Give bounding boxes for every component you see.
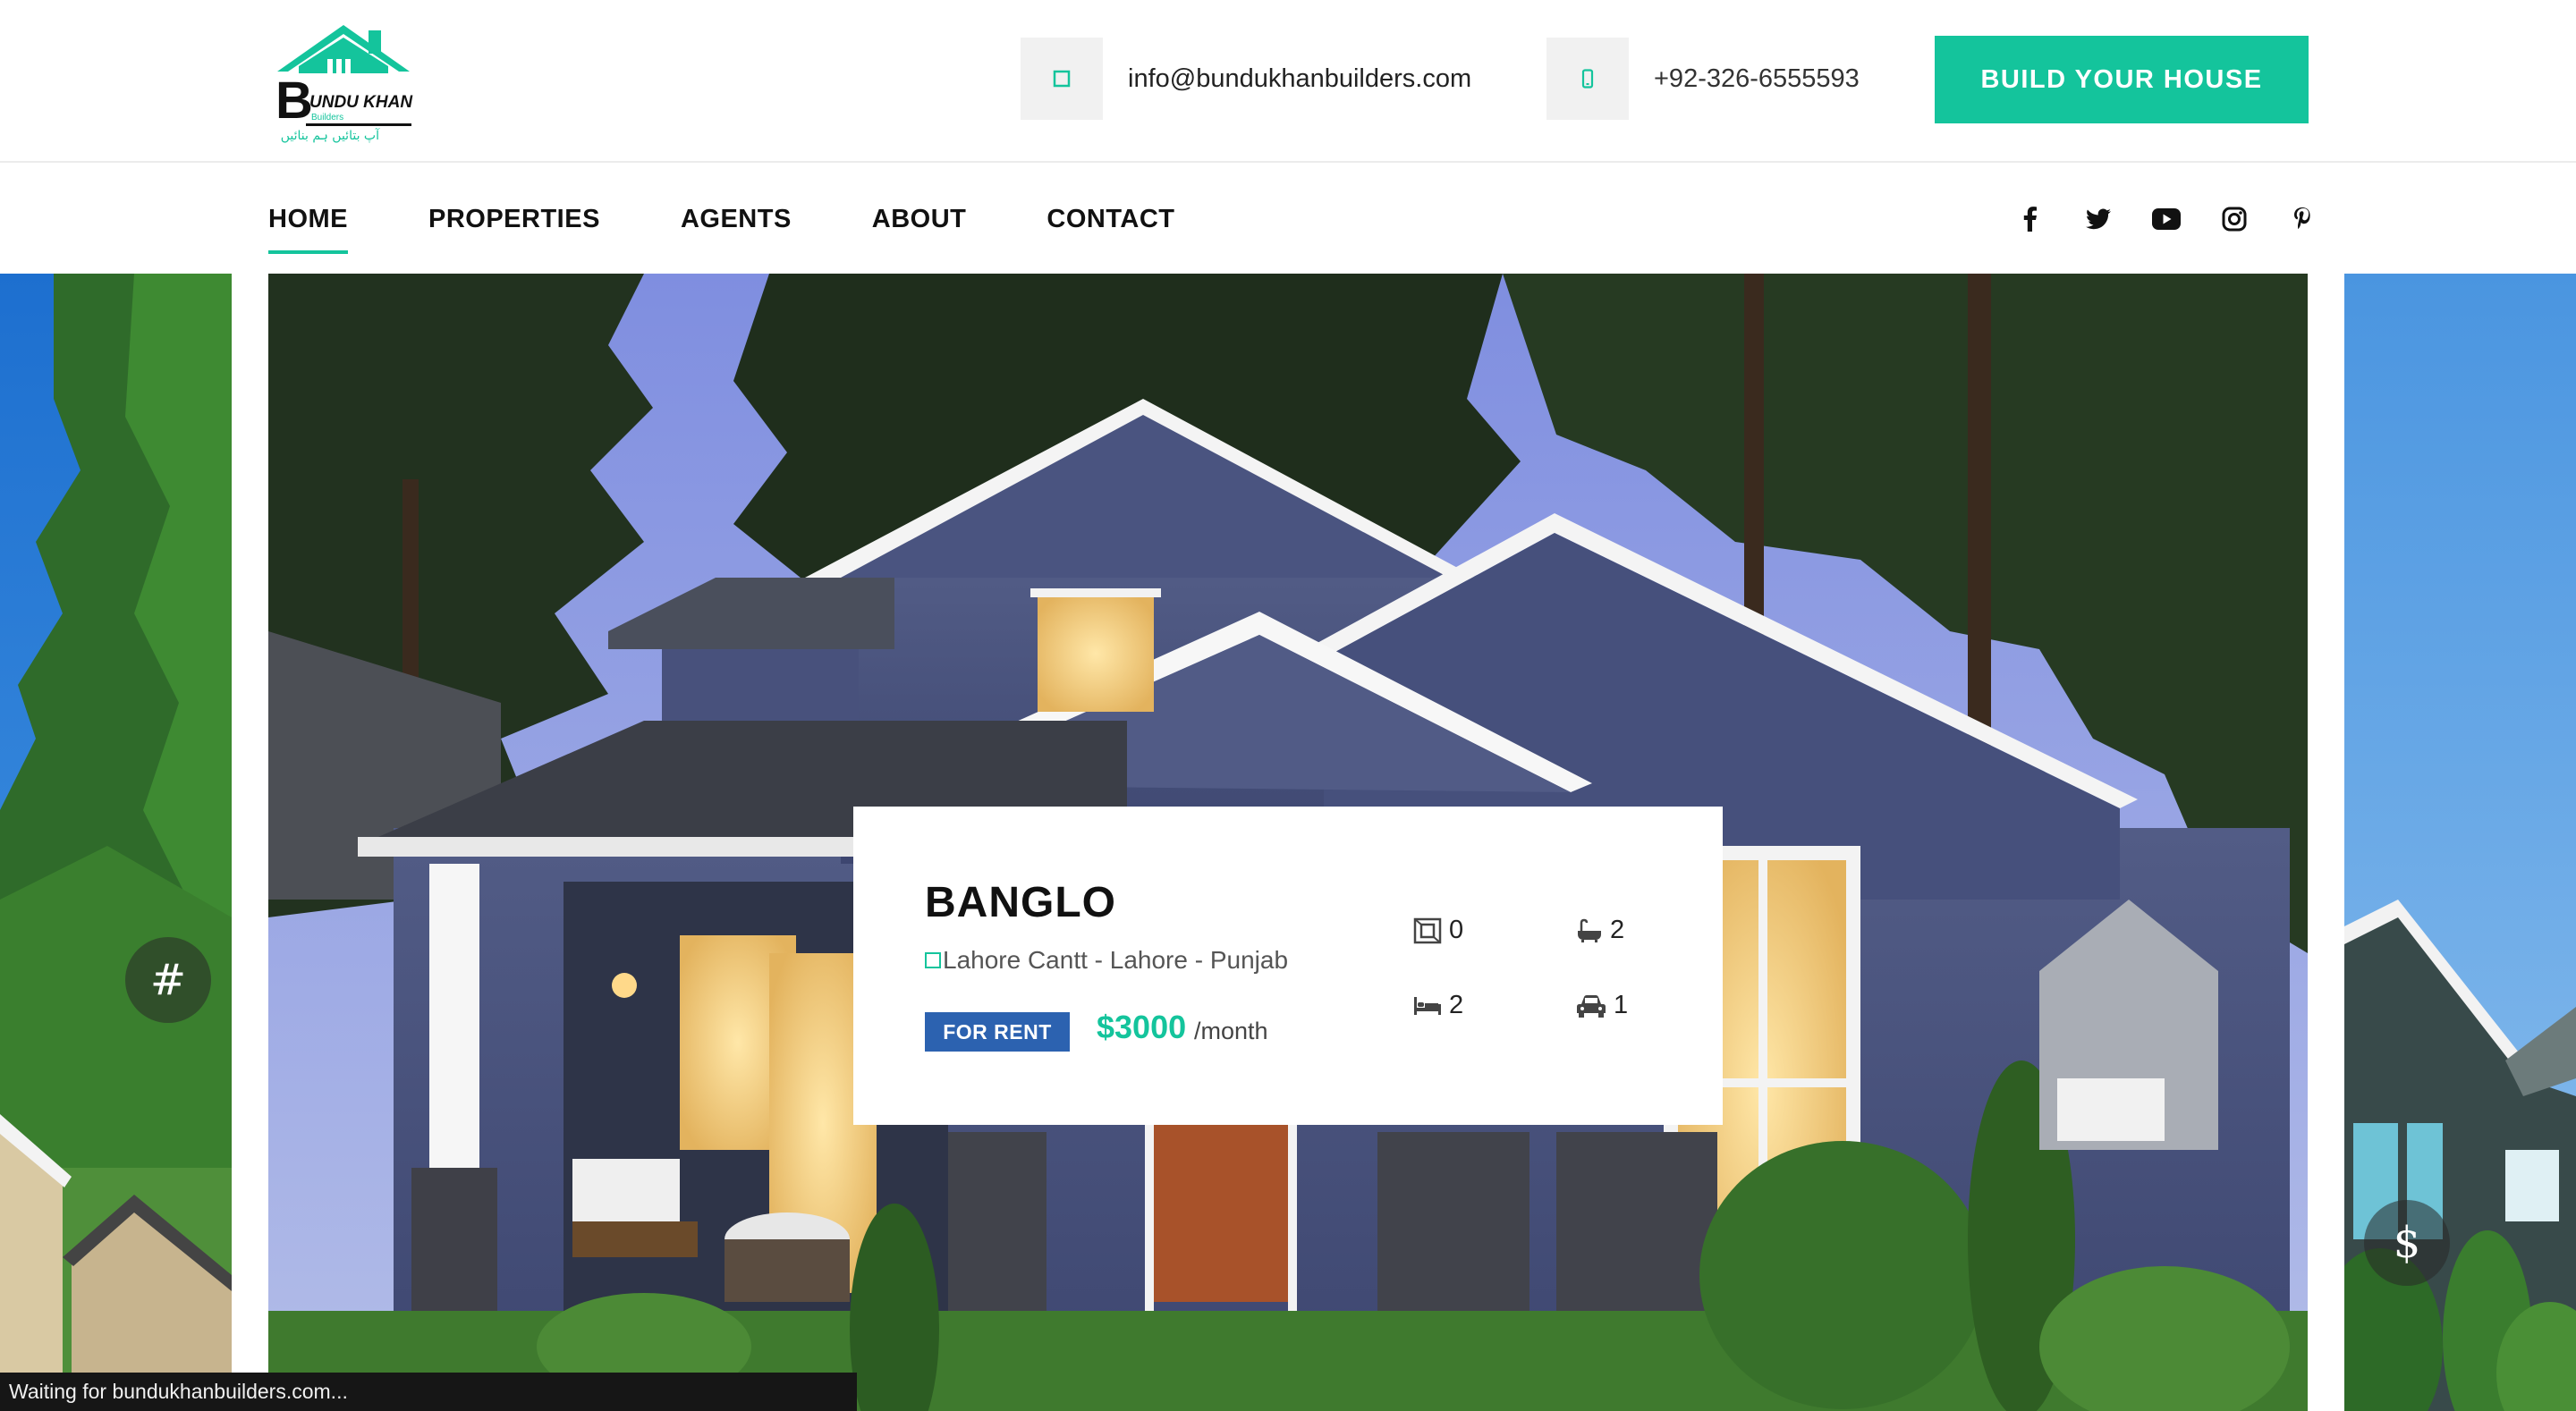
build-your-house-button[interactable]: BUILD YOUR HOUSE [1935,36,2309,123]
nav-agents[interactable]: AGENTS [681,205,792,234]
area-icon [1413,917,1442,943]
baths-value: 2 [1610,916,1625,944]
property-slider: # $ BANGLO Lahore Cantt - Lahore - Punja… [0,274,2576,1411]
svg-text:Builders: Builders [311,113,343,123]
feature-garages: 1 [1576,991,1628,1020]
property-location: Lahore Cantt - Lahore - Punjab [925,946,1288,975]
nav-menu: HOME PROPERTIES AGENTS ABOUT CONTACT [268,165,1256,274]
email-contact[interactable]: info@bundukhanbuilders.com [1021,38,1471,120]
svg-text:آپ بتائیں ہم بنائیں: آپ بتائیں ہم بنائیں [281,128,380,143]
garages-value: 1 [1614,991,1629,1019]
nav-about[interactable]: ABOUT [872,205,967,234]
property-price: $3000 [1097,1009,1187,1045]
pinterest-icon[interactable] [2284,201,2320,237]
nav-home[interactable]: HOME [268,205,348,254]
property-title[interactable]: BANGLO [925,878,1116,927]
slider-prev-button[interactable]: # [125,937,211,1023]
location-icon [925,952,941,968]
top-header: B UNDU KHAN Builders آپ بتائیں ہم بنائیں… [0,0,2576,163]
twitter-icon[interactable] [2080,201,2116,237]
svg-text:B: B [275,72,313,130]
envelope-icon [1021,38,1103,120]
bed-icon [1414,996,1441,1015]
mobile-phone-icon [1546,38,1629,120]
slide-previous-preview[interactable] [0,274,232,1411]
area-value: 0 [1449,916,1464,944]
site-logo[interactable]: B UNDU KHAN Builders آپ بتائیں ہم بنائیں [274,21,413,143]
nav-contact[interactable]: CONTACT [1046,205,1174,234]
email-text[interactable]: info@bundukhanbuilders.com [1128,64,1471,94]
feature-beds: 2 [1413,991,1463,1020]
main-navigation: HOME PROPERTIES AGENTS ABOUT CONTACT [0,165,2576,274]
instagram-icon[interactable] [2216,201,2252,237]
social-links [2012,165,2320,274]
youtube-icon[interactable] [2148,201,2184,237]
phone-text[interactable]: +92-326-6555593 [1654,64,1860,94]
property-location-text: Lahore Cantt - Lahore - Punjab [943,946,1289,974]
price-period: /month [1194,1018,1268,1044]
car-icon [1577,994,1606,1018]
feature-area: 0 [1413,916,1463,945]
nav-properties[interactable]: PROPERTIES [428,205,600,234]
slider-next-button[interactable]: $ [2364,1200,2450,1286]
feature-baths: 2 [1576,916,1624,945]
status-badge: FOR RENT [925,1012,1070,1052]
facebook-icon[interactable] [2012,201,2048,237]
browser-status-bar: Waiting for bundukhanbuilders.com... [0,1373,857,1411]
beds-value: 2 [1449,991,1464,1019]
phone-contact[interactable]: +92-326-6555593 [1546,38,1860,120]
bathtub-icon [1578,918,1601,942]
svg-text:UNDU KHAN: UNDU KHAN [309,93,413,112]
property-card[interactable]: BANGLO Lahore Cantt - Lahore - Punjab FO… [853,807,1723,1125]
